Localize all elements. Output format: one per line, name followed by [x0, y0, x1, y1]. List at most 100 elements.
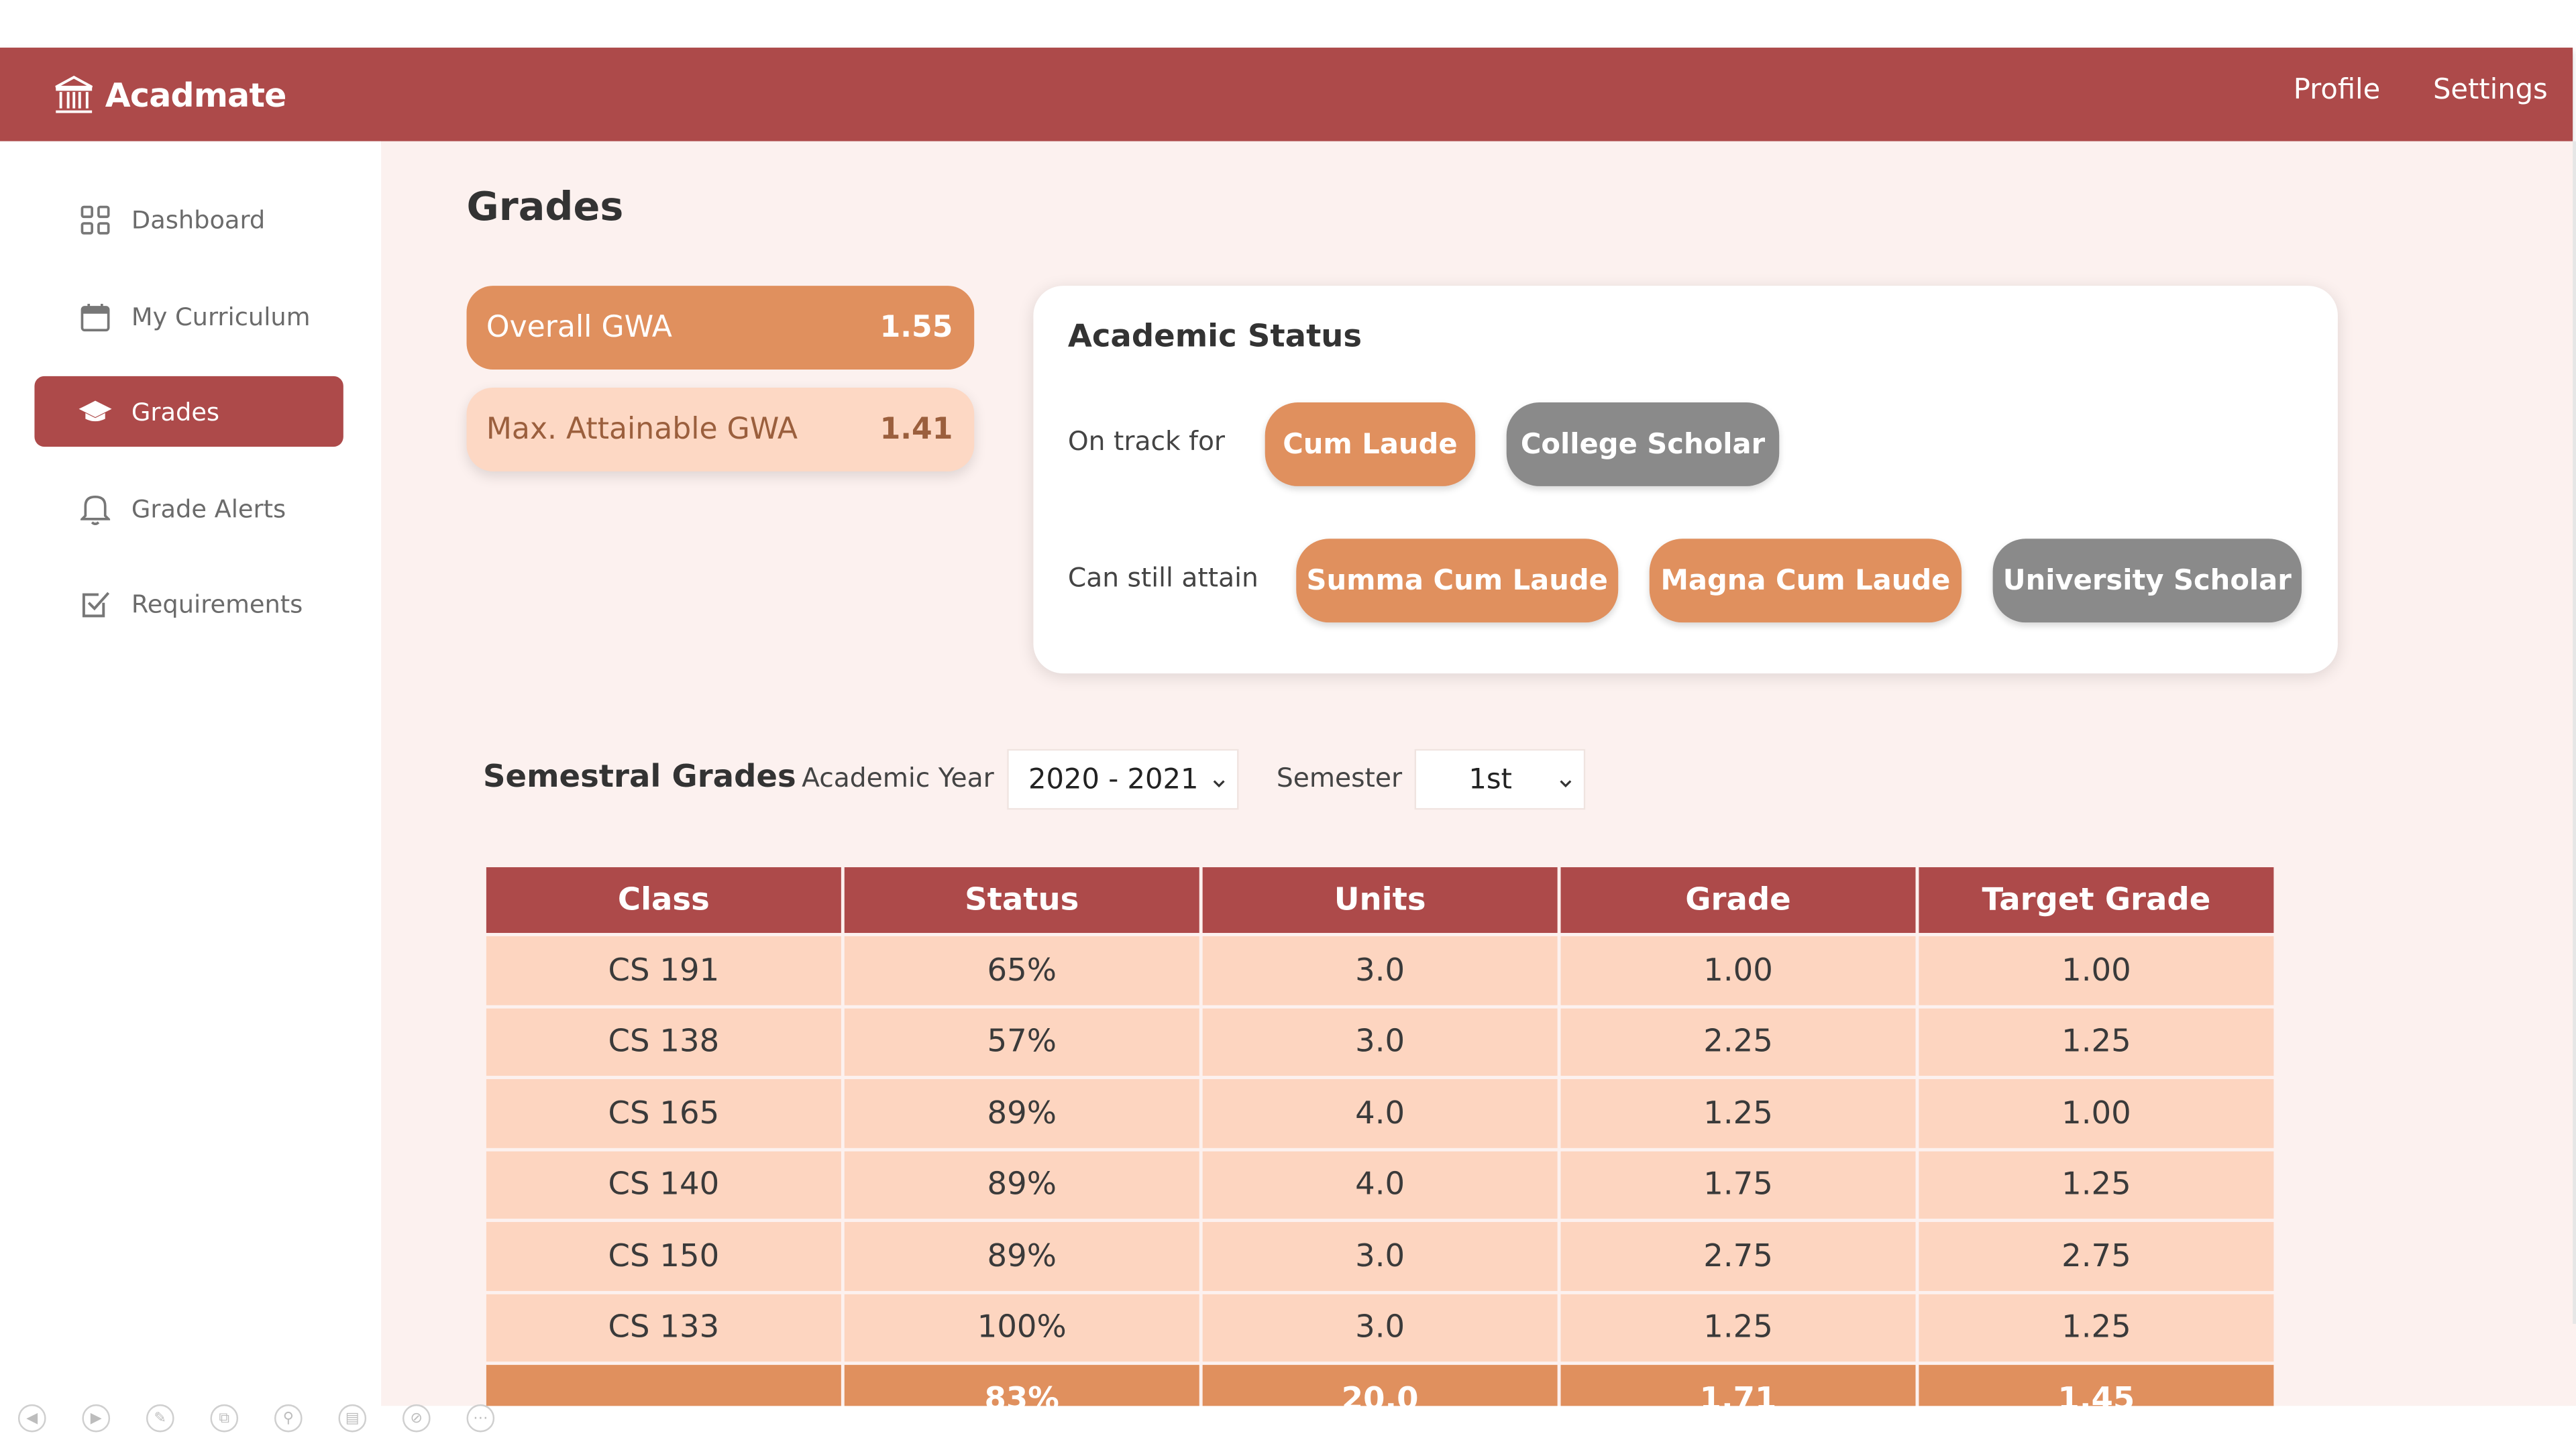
cell-units: 4.0 [1202, 1150, 1558, 1219]
academic-year-value: 2020 - 2021 [1028, 763, 1199, 796]
sidebar-item-label: Grade Alerts [131, 493, 286, 524]
cell-target-grade: 1.00 [1919, 1078, 2274, 1148]
screen-icon[interactable]: ▤ [338, 1404, 367, 1433]
max-gwa-label: Max. Attainable GWA [486, 412, 798, 447]
table-row[interactable]: CS 165 89% 4.0 1.25 1.00 [486, 1078, 2274, 1148]
top-bar: Acadmate Profile Settings [0, 48, 2573, 142]
settings-link[interactable]: Settings [2433, 74, 2548, 107]
pen-icon[interactable]: ✎ [146, 1404, 174, 1433]
semester-label: Semester [1276, 762, 1403, 793]
cell-class: CS 140 [486, 1150, 841, 1219]
on-track-label: On track for [1067, 425, 1226, 457]
sidebar-item-requirements[interactable]: Requirements [34, 568, 343, 638]
overall-gwa-value: 1.55 [879, 310, 953, 345]
max-gwa-value: 1.41 [879, 412, 953, 447]
copy-icon[interactable]: ⧉ [210, 1404, 239, 1433]
cell-units: 3.0 [1202, 1007, 1558, 1076]
cell-class: CS 150 [486, 1222, 841, 1290]
semestral-grades-title: Semestral Grades [483, 759, 796, 795]
cell-status: 100% [844, 1293, 1199, 1362]
brand-name: Acadmate [105, 75, 287, 115]
cell-status: 57% [844, 1007, 1199, 1076]
sidebar-item-my-curriculum[interactable]: My Curriculum [34, 281, 343, 351]
sidebar-item-dashboard[interactable]: Dashboard [34, 184, 343, 254]
cell-status: 89% [844, 1150, 1199, 1219]
bell-icon [79, 492, 112, 524]
cell-target-grade: 1.00 [1919, 936, 2274, 1005]
table-header-row: Class Status Units Grade Target Grade [486, 867, 2274, 934]
column-header-target-grade[interactable]: Target Grade [1919, 867, 2274, 934]
cell-grade: 1.00 [1560, 936, 1916, 1005]
cell-status: 65% [844, 936, 1199, 1005]
checkbox-icon [79, 588, 112, 620]
cell-target-grade: 1.25 [1919, 1007, 2274, 1076]
main-content: Grades Overall GWA 1.55 Max. Attainable … [381, 141, 2576, 1433]
cell-class: CS 138 [486, 1007, 841, 1076]
table-row[interactable]: CS 133 100% 3.0 1.25 1.25 [486, 1293, 2274, 1362]
table-row[interactable]: CS 138 57% 3.0 2.25 1.25 [486, 1007, 2274, 1076]
grades-table: Class Status Units Grade Target Grade CS… [483, 864, 2277, 1436]
column-header-units[interactable]: Units [1202, 867, 1558, 934]
university-scholar-chip[interactable]: University Scholar [1992, 539, 2302, 623]
cell-grade: 1.25 [1560, 1293, 1916, 1362]
overall-gwa-label: Overall GWA [486, 310, 672, 345]
can-attain-label: Can still attain [1067, 561, 1258, 594]
window-edge [2573, 141, 2576, 1324]
table-row[interactable]: CS 140 89% 4.0 1.75 1.25 [486, 1150, 2274, 1219]
cell-units: 3.0 [1202, 1222, 1558, 1290]
hide-icon[interactable]: ⊘ [402, 1404, 431, 1433]
cell-class: CS 191 [486, 936, 841, 1005]
chevron-down-icon [1558, 767, 1574, 800]
magna-cum-laude-chip[interactable]: Magna Cum Laude [1649, 539, 1962, 623]
cell-class: CS 165 [486, 1078, 841, 1148]
overall-gwa-card: Overall GWA 1.55 [466, 286, 975, 370]
semester-select[interactable]: 1st [1414, 748, 1586, 810]
back-icon[interactable]: ◀ [17, 1404, 46, 1433]
table-row[interactable]: CS 150 89% 3.0 2.75 2.75 [486, 1222, 2274, 1290]
cell-units: 3.0 [1202, 936, 1558, 1005]
forward-icon[interactable]: ▶ [82, 1404, 111, 1433]
cell-grade: 1.25 [1560, 1078, 1916, 1148]
cell-status: 89% [844, 1222, 1199, 1290]
zoom-icon[interactable]: ⚲ [274, 1404, 303, 1433]
column-header-class[interactable]: Class [486, 867, 841, 934]
academic-year-label: Academic Year [802, 762, 994, 793]
cell-target-grade: 1.25 [1919, 1293, 2274, 1362]
column-header-status[interactable]: Status [844, 867, 1199, 934]
column-header-grade[interactable]: Grade [1560, 867, 1916, 934]
sidebar-item-grade-alerts[interactable]: Grade Alerts [34, 473, 343, 543]
chevron-down-icon [1211, 767, 1227, 800]
sidebar-item-grades[interactable]: Grades [34, 376, 343, 447]
cell-units: 3.0 [1202, 1293, 1558, 1362]
cum-laude-chip[interactable]: Cum Laude [1265, 402, 1476, 486]
sidebar: Dashboard My Curriculum Grades Grade Ale… [0, 141, 382, 1406]
sidebar-item-label: My Curriculum [131, 301, 311, 331]
cell-units: 4.0 [1202, 1078, 1558, 1148]
cell-status: 89% [844, 1078, 1199, 1148]
sidebar-item-label: Grades [131, 396, 220, 427]
grid-icon [79, 203, 112, 235]
sidebar-item-label: Requirements [131, 588, 303, 619]
graduation-cap-icon [78, 395, 112, 428]
brand[interactable]: Acadmate [52, 70, 286, 119]
more-icon[interactable]: ⋯ [466, 1404, 495, 1433]
profile-link[interactable]: Profile [2294, 74, 2380, 107]
academic-status-title: Academic Status [1067, 319, 1362, 355]
app-window: Acadmate Profile Settings Dashboard My C… [0, 0, 2576, 1450]
cell-grade: 1.75 [1560, 1150, 1916, 1219]
table-row[interactable]: CS 191 65% 3.0 1.00 1.00 [486, 936, 2274, 1005]
bottom-strip [0, 1406, 2576, 1450]
summa-cum-laude-chip[interactable]: Summa Cum Laude [1296, 539, 1619, 623]
college-scholar-chip[interactable]: College Scholar [1506, 402, 1780, 486]
semester-value: 1st [1468, 763, 1512, 796]
max-gwa-card: Max. Attainable GWA 1.41 [466, 387, 975, 471]
cell-grade: 2.25 [1560, 1007, 1916, 1076]
academic-status-card: Academic Status On track for Cum Laude C… [1033, 286, 2338, 674]
cell-class: CS 133 [486, 1293, 841, 1362]
cell-grade: 2.75 [1560, 1222, 1916, 1290]
academic-year-select[interactable]: 2020 - 2021 [1007, 748, 1239, 810]
cell-target-grade: 2.75 [1919, 1222, 2274, 1290]
cell-target-grade: 1.25 [1919, 1150, 2274, 1219]
page-title: Grades [466, 184, 624, 230]
institution-icon [52, 74, 95, 117]
